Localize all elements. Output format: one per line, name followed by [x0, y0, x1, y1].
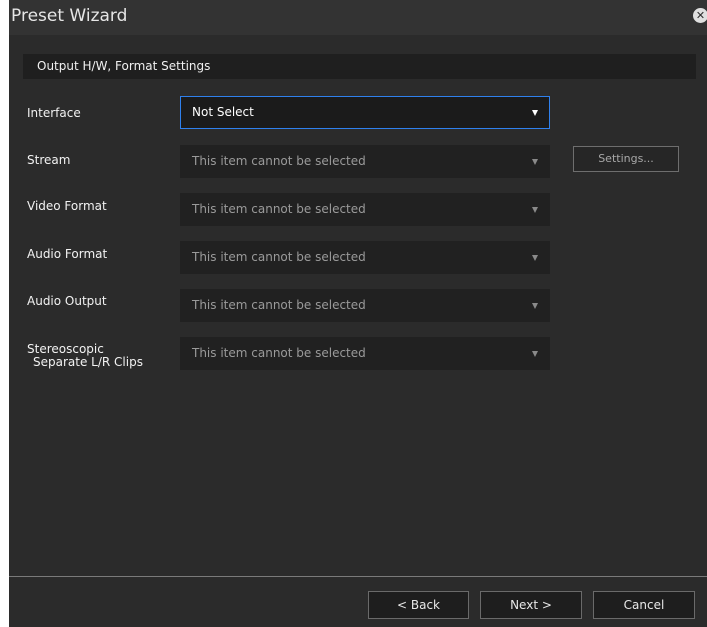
stream-label: Stream — [27, 153, 71, 167]
stereoscopic-select-value: This item cannot be selected — [192, 346, 366, 360]
chevron-down-icon — [532, 351, 538, 357]
audio-output-label: Audio Output — [27, 294, 107, 308]
audio-format-label: Audio Format — [27, 247, 108, 261]
interface-label: Interface — [27, 106, 81, 120]
window-title: Preset Wizard — [11, 6, 128, 26]
stream-select-value: This item cannot be selected — [192, 154, 366, 168]
back-button[interactable]: < Back — [368, 591, 469, 619]
section-header: Output H/W, Format Settings — [23, 54, 696, 79]
video-format-select: This item cannot be selected — [180, 193, 550, 226]
chevron-down-icon — [532, 303, 538, 309]
interface-select[interactable]: Not Select — [180, 96, 550, 129]
stream-settings-button[interactable]: Settings... — [573, 146, 679, 172]
title-bar: Preset Wizard ✕ — [9, 0, 707, 35]
chevron-down-icon — [532, 207, 538, 213]
stream-select: This item cannot be selected — [180, 145, 550, 178]
audio-format-select-value: This item cannot be selected — [192, 250, 366, 264]
preset-wizard-window: Preset Wizard ✕ Output H/W, Format Setti… — [9, 0, 707, 627]
chevron-down-icon — [532, 255, 538, 261]
chevron-down-icon — [532, 159, 538, 165]
footer: < Back Next > Cancel — [9, 577, 707, 627]
close-icon[interactable]: ✕ — [693, 8, 707, 23]
audio-output-select: This item cannot be selected — [180, 289, 550, 322]
chevron-down-icon — [532, 110, 538, 116]
stereoscopic-label: Stereoscopic — [27, 342, 104, 356]
cancel-button[interactable]: Cancel — [593, 591, 695, 619]
separate-clips-label: Separate L/R Clips — [33, 355, 143, 369]
video-format-select-value: This item cannot be selected — [192, 202, 366, 216]
stereoscopic-select: This item cannot be selected — [180, 337, 550, 370]
video-format-label: Video Format — [27, 199, 107, 213]
next-button[interactable]: Next > — [480, 591, 582, 619]
audio-output-select-value: This item cannot be selected — [192, 298, 366, 312]
interface-select-value: Not Select — [192, 105, 254, 119]
audio-format-select: This item cannot be selected — [180, 241, 550, 274]
